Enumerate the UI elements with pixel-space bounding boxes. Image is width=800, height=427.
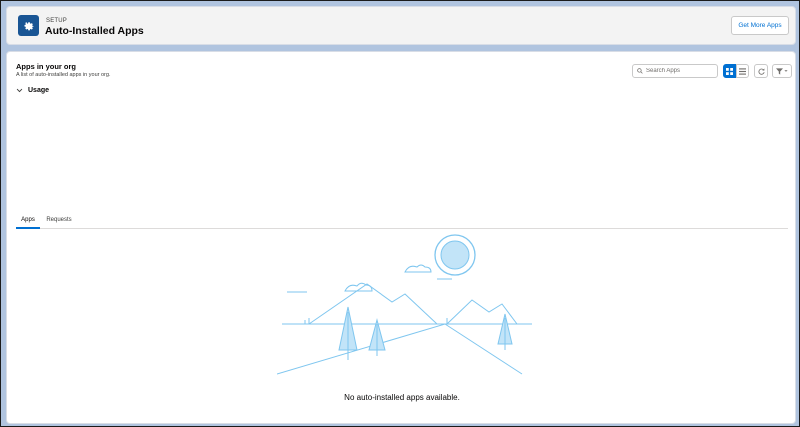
- filter-icon: [776, 67, 783, 75]
- app-frame: SETUP Auto-Installed Apps Get More Apps …: [0, 0, 800, 427]
- get-more-apps-button[interactable]: Get More Apps: [731, 16, 789, 35]
- list-view-button[interactable]: [736, 64, 749, 78]
- refresh-icon: [757, 68, 765, 75]
- gear-icon: [18, 15, 39, 36]
- usage-label: Usage: [28, 87, 50, 94]
- grid-view-icon: [726, 67, 733, 75]
- page-title: Auto-Installed Apps: [45, 25, 144, 37]
- tab-apps[interactable]: Apps: [16, 214, 40, 229]
- breadcrumb: SETUP: [46, 18, 68, 24]
- grid-view-button[interactable]: [723, 64, 736, 78]
- section-subtitle: A list of auto-installed apps in your or…: [16, 72, 111, 78]
- refresh-button[interactable]: [754, 64, 768, 78]
- empty-state-message: No auto-installed apps available.: [344, 393, 460, 402]
- main-card: Apps in your org A list of auto-installe…: [6, 51, 796, 424]
- page-header: SETUP Auto-Installed Apps Get More Apps: [6, 6, 796, 45]
- tab-bar: Apps Requests: [16, 214, 788, 229]
- search-input-wrapper[interactable]: [632, 64, 718, 78]
- tab-requests[interactable]: Requests: [45, 214, 73, 229]
- list-view-icon: [739, 67, 746, 75]
- search-icon: [637, 68, 643, 74]
- section-title: Apps in your org: [16, 62, 76, 71]
- search-input[interactable]: [646, 68, 716, 74]
- chevron-down-icon: [784, 70, 788, 72]
- usage-section-toggle[interactable]: Usage: [16, 87, 49, 94]
- chevron-down-icon: [16, 88, 23, 93]
- filter-button[interactable]: [772, 64, 792, 78]
- empty-state-illustration: [277, 234, 532, 375]
